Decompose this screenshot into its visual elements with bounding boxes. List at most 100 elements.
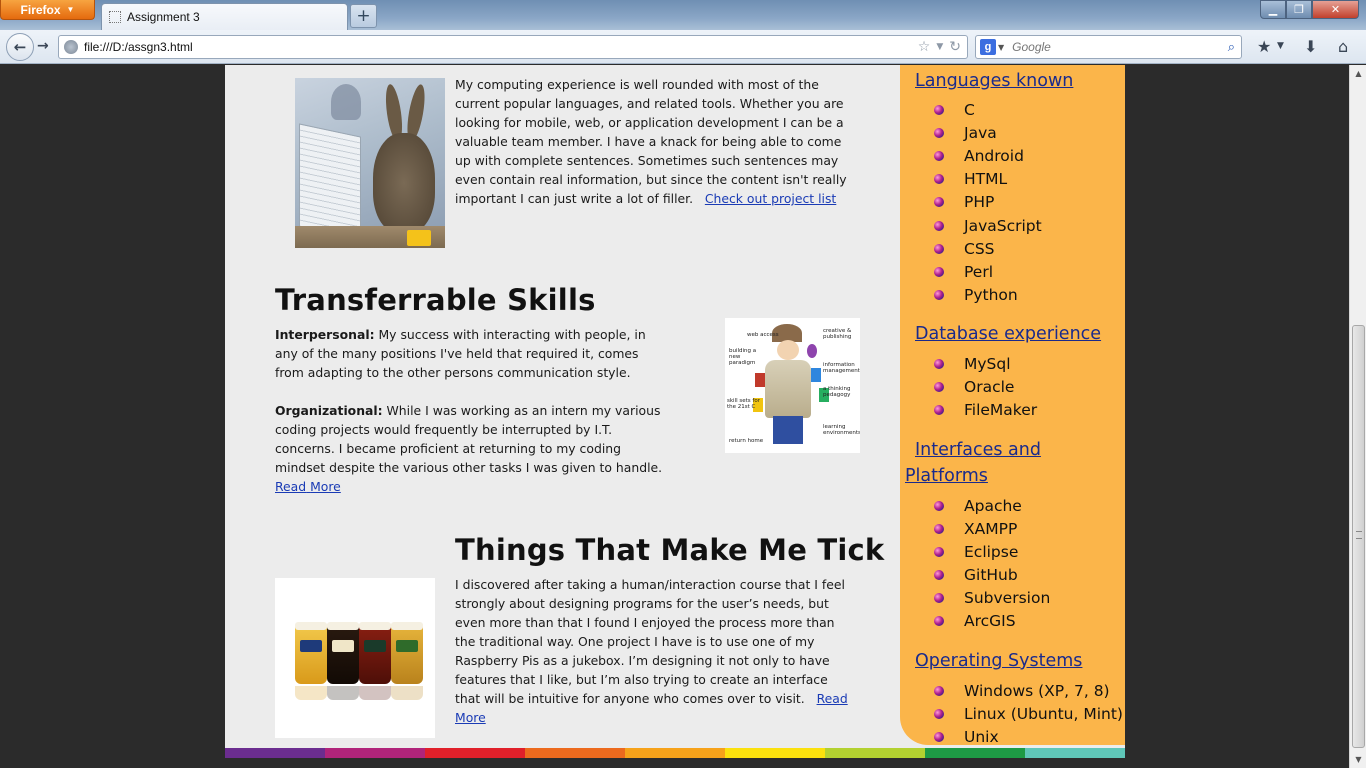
beer-glasses-image	[275, 578, 435, 738]
experience-text: My computing experience is well rounded …	[455, 77, 847, 206]
search-input[interactable]: Google	[1012, 40, 1228, 54]
sidebar-list-item: Subversion	[964, 589, 1051, 607]
reload-icon[interactable]: ↻	[949, 39, 961, 55]
platforms-heading-link[interactable]: Platforms	[905, 463, 988, 489]
bullet-icon	[934, 616, 944, 626]
bullet-icon	[934, 593, 944, 603]
minimize-button[interactable]: ▁	[1260, 0, 1286, 19]
tab-title: Assignment 3	[127, 10, 200, 24]
bullet-icon	[934, 105, 944, 115]
sidebar-list-item: Windows (XP, 7, 8)	[964, 682, 1110, 700]
vertical-scrollbar[interactable]: ▲ ▼	[1349, 65, 1366, 768]
bullet-icon	[934, 220, 944, 231]
home-icon[interactable]: ⌂	[1338, 37, 1348, 56]
address-bar[interactable]: file:///D:/assgn3.html ☆ ▼ ↻	[58, 35, 968, 59]
inspector-label: building a new paradigm	[729, 348, 757, 366]
rainbow-stripe	[325, 748, 425, 758]
skills-title: Transferrable Skills	[275, 283, 596, 317]
sidebar-list-item: Android	[964, 147, 1024, 166]
bookmarks-icon[interactable]: ★	[1257, 37, 1271, 56]
bullet-icon	[934, 266, 944, 277]
sidebar-list-item: MySql	[964, 355, 1011, 373]
firefox-menu-button[interactable]: Firefox ▼	[0, 0, 95, 20]
url-input[interactable]: file:///D:/assgn3.html	[84, 40, 918, 54]
download-icon[interactable]: ⬇	[1304, 37, 1317, 56]
scrollbar-thumb[interactable]	[1352, 325, 1365, 748]
bookmarks-dropdown-icon[interactable]: ▼	[1277, 41, 1284, 51]
close-button[interactable]: ✕	[1312, 0, 1359, 19]
cut-off-section-title	[687, 65, 697, 74]
inspector-label: information management	[823, 362, 860, 374]
arrow-left-icon: ←	[13, 38, 27, 56]
rainbow-stripe	[425, 748, 525, 758]
scroll-down-arrow-icon[interactable]: ▼	[1350, 751, 1366, 768]
inspector-label: learning environments	[823, 424, 860, 436]
bullet-icon	[934, 732, 944, 742]
bullet-icon	[934, 197, 944, 208]
sidebar-list-item: Java	[964, 124, 997, 143]
inspector-label: a thinking pedagogy	[823, 386, 851, 398]
rainbow-stripe	[825, 748, 925, 758]
skills-paragraph: Interpersonal: My success with interacti…	[275, 325, 670, 496]
inspector-gadget-image: web access creative & publishing buildin…	[725, 318, 860, 453]
sidebar-list-item: HTML	[964, 170, 1008, 189]
os-heading-link[interactable]: Operating Systems	[915, 648, 1082, 674]
languages-heading-link[interactable]: Languages known	[915, 68, 1073, 94]
sidebar-list-item: CSS	[964, 239, 995, 258]
read-more-link-skills[interactable]: Read More	[275, 479, 341, 494]
project-list-link[interactable]: Check out project list	[705, 191, 836, 206]
rainbow-stripe	[925, 748, 1025, 758]
sidebar-list-item: C	[964, 101, 975, 119]
bullet-icon	[934, 686, 944, 696]
sidebar-list-item: Apache	[964, 497, 1022, 515]
page-icon	[109, 11, 121, 23]
rainbow-stripe	[625, 748, 725, 758]
tick-text: I discovered after taking a human/intera…	[455, 577, 845, 706]
bullet-icon	[934, 382, 944, 392]
bullet-icon	[934, 174, 944, 185]
bullet-icon	[934, 359, 944, 369]
forward-button[interactable]: →	[37, 38, 49, 54]
tab-assignment-3[interactable]: Assignment 3	[101, 3, 348, 30]
chevron-down-icon: ▼	[66, 5, 75, 14]
page-viewport: My computing experience is well rounded …	[0, 65, 1349, 768]
new-tab-button[interactable]: +	[350, 4, 377, 28]
tick-title: Things That Make Me Tick	[455, 533, 885, 567]
sidebar-list-item: Oracle	[964, 378, 1015, 396]
inspector-label: web access	[747, 332, 779, 338]
interpersonal-label: Interpersonal:	[275, 327, 375, 342]
rainbow-footer-bar	[225, 748, 1125, 758]
tick-paragraph: I discovered after taking a human/intera…	[455, 575, 853, 727]
bullet-icon	[934, 405, 944, 415]
rainbow-stripe	[525, 748, 625, 758]
scroll-up-arrow-icon[interactable]: ▲	[1350, 65, 1366, 82]
bookmark-star-icon[interactable]: ☆	[918, 39, 931, 55]
page-body: My computing experience is well rounded …	[225, 65, 1125, 758]
organizational-label: Organizational:	[275, 403, 383, 418]
sidebar-list-item: Perl	[964, 262, 994, 281]
google-engine-icon[interactable]: g	[980, 39, 996, 55]
database-heading-link[interactable]: Database experience	[915, 321, 1101, 347]
history-dropdown-icon[interactable]: ▼	[936, 42, 943, 52]
sidebar-list-item: Python	[964, 285, 1018, 304]
bullet-icon	[934, 524, 944, 534]
chevron-down-icon[interactable]: ▼	[998, 43, 1004, 52]
search-icon[interactable]: ⌕	[1228, 40, 1235, 55]
arrow-right-icon: →	[37, 38, 49, 54]
inspector-label: skill sets for the 21st C	[727, 398, 760, 410]
sidebar-list-item: XAMPP	[964, 520, 1018, 538]
maximize-button[interactable]: ❐	[1286, 0, 1312, 19]
interfaces-heading-link[interactable]: Interfaces and	[915, 437, 1041, 463]
sidebar-list-item: ArcGIS	[964, 612, 1016, 630]
bullet-icon	[934, 243, 944, 254]
rainbow-stripe	[225, 748, 325, 758]
rainbow-stripe	[725, 748, 825, 758]
window-titlebar: Firefox ▼ Assignment 3 + ▁ ❐ ✕	[0, 0, 1366, 30]
search-bar[interactable]: g ▼ Google ⌕	[975, 35, 1242, 59]
experience-paragraph: My computing experience is well rounded …	[455, 75, 855, 208]
skills-sidebar: Languages known C Java Android HTML PHP JavaS…	[900, 65, 1125, 746]
navigation-toolbar: ← → file:///D:/assgn3.html ☆ ▼ ↻ g ▼ Goo…	[0, 30, 1366, 64]
globe-icon	[64, 40, 78, 54]
back-button[interactable]: ←	[6, 33, 34, 61]
sidebar-list-item: PHP	[964, 193, 995, 212]
